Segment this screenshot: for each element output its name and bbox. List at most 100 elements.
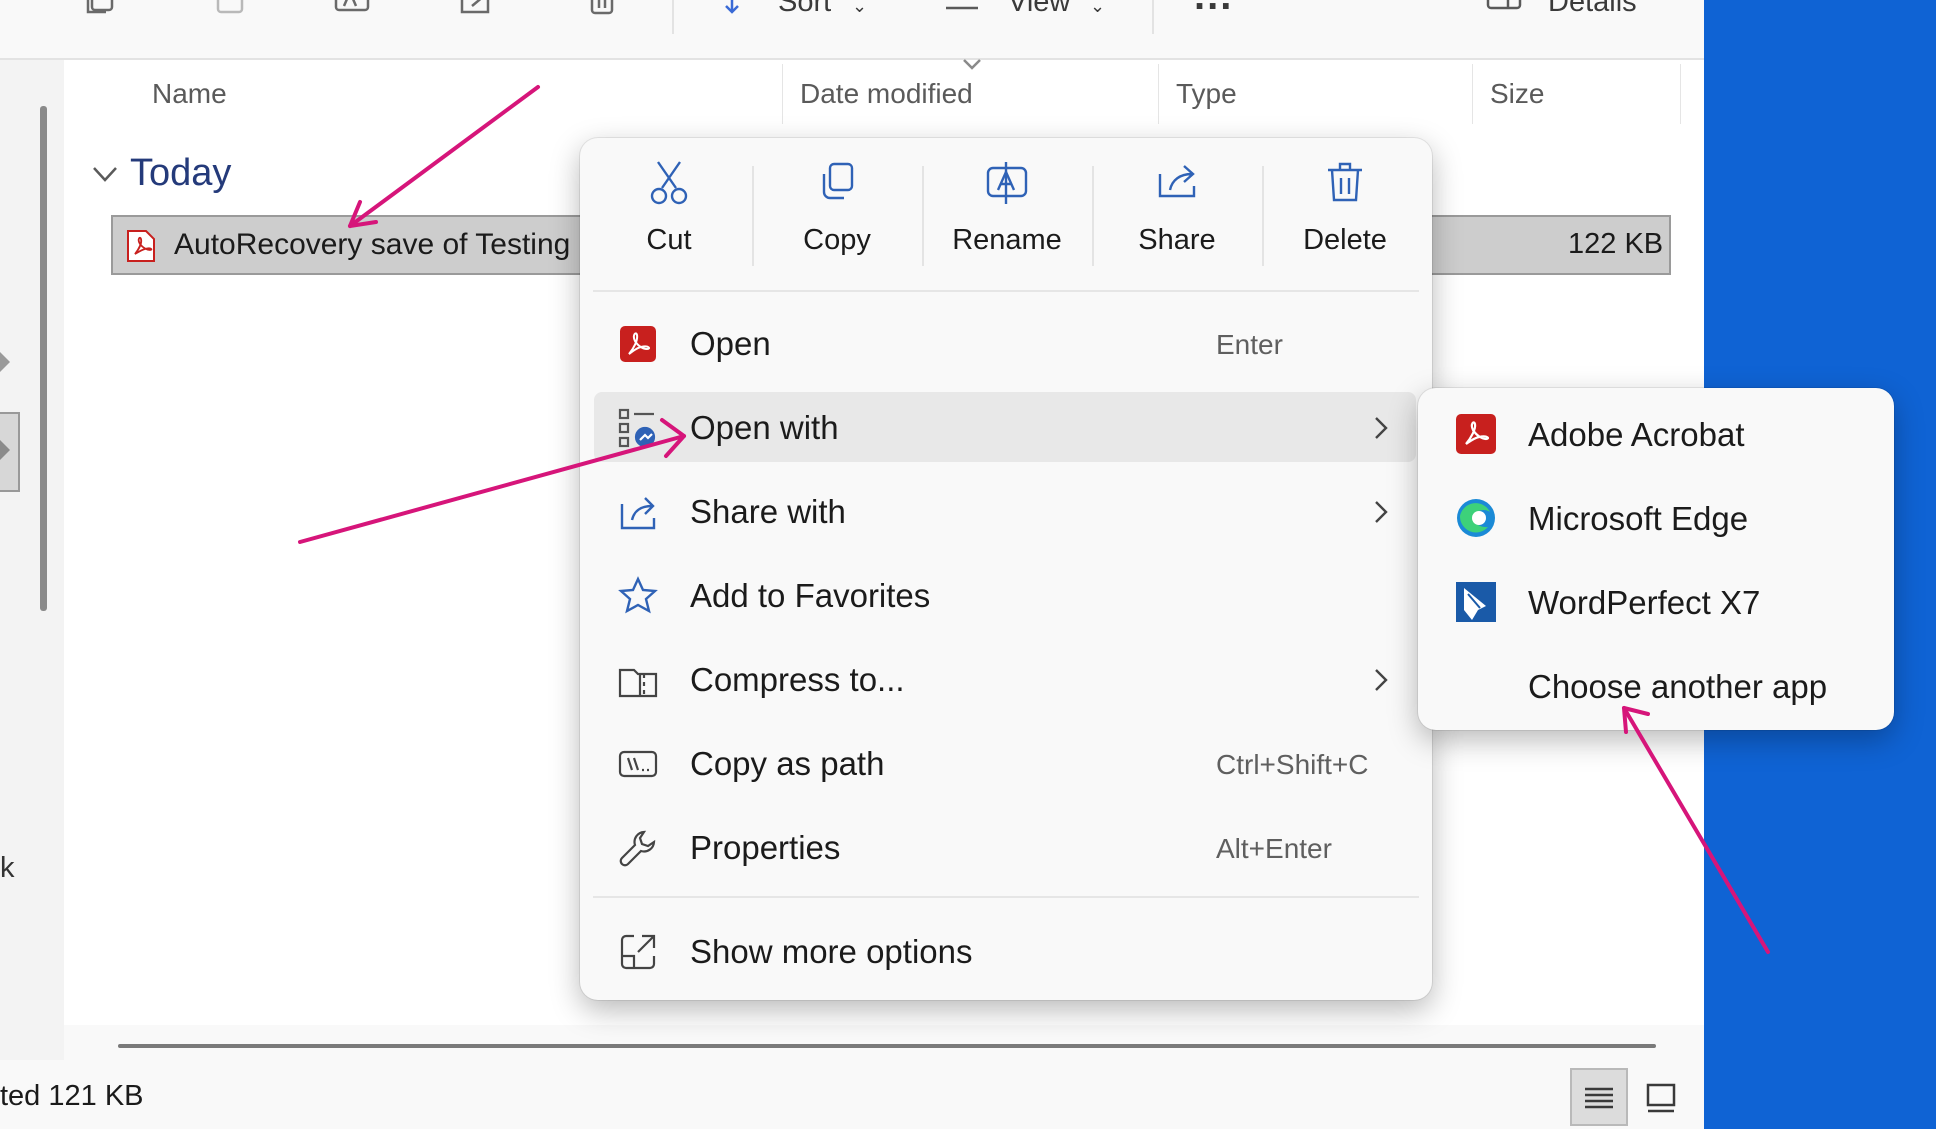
pdf-file-icon: [127, 230, 155, 262]
path-icon: [618, 744, 658, 784]
submenu-item-label: Microsoft Edge: [1528, 500, 1749, 537]
status-selection-text: ted 121 KB: [0, 1080, 144, 1112]
menu-item-label: Compress to...: [690, 661, 905, 698]
menu-item-label: Properties: [690, 829, 841, 866]
menu-item-share-with[interactable]: Share with: [594, 476, 1416, 546]
sort-caret-icon: [963, 59, 981, 70]
group-header-today[interactable]: Today: [130, 152, 231, 195]
trash-icon: [1328, 162, 1362, 202]
toolbar-divider: [1152, 0, 1154, 34]
details-pane-icon[interactable]: [1486, 0, 1522, 28]
submenu-item-label: Adobe Acrobat: [1528, 416, 1745, 453]
chevron-right-icon: [0, 440, 10, 460]
menu-divider: [593, 290, 1419, 292]
new-copy-icon[interactable]: [84, 0, 120, 28]
status-bar: [0, 1070, 1704, 1129]
chevron-right-icon: [1375, 501, 1388, 523]
rename-icon[interactable]: [334, 0, 370, 28]
quick-action-divider: [1092, 166, 1094, 266]
more-options-button[interactable]: ...: [1194, 0, 1233, 19]
column-header-type[interactable]: Type: [1176, 78, 1237, 110]
chevron-down-icon: ⌄: [1090, 0, 1106, 16]
toolbar-divider: [672, 0, 674, 34]
menu-item-compress-to[interactable]: Compress to...: [594, 644, 1416, 714]
share-icon[interactable]: [458, 0, 494, 28]
file-name[interactable]: AutoRecovery save of Testing: [174, 228, 570, 262]
chevron-right-icon: [1375, 417, 1388, 439]
wordperfect-icon: [1454, 580, 1498, 624]
shortcut-label: Alt+Enter: [1216, 833, 1332, 864]
column-header-size[interactable]: Size: [1490, 78, 1544, 110]
rename-button[interactable]: Rename: [942, 160, 1072, 280]
menu-item-open[interactable]: Open Enter: [594, 308, 1416, 378]
share-with-icon: [618, 492, 658, 532]
wrench-icon: [618, 828, 658, 868]
chevron-down-icon[interactable]: [92, 164, 118, 186]
submenu-item-label: Choose another app: [1528, 668, 1828, 705]
column-divider[interactable]: [1472, 64, 1473, 124]
view-button[interactable]: View: [1008, 0, 1070, 19]
details-view-button[interactable]: [1570, 1068, 1628, 1126]
scissors-icon: [650, 161, 688, 205]
trash-icon[interactable]: [584, 0, 620, 28]
command-bar: Sort ⌄ View ⌄ ... Details: [0, 0, 1704, 60]
quick-action-divider: [752, 166, 754, 266]
open-with-icon: [618, 408, 658, 448]
column-header-date-modified[interactable]: Date modified: [800, 78, 973, 110]
details-button[interactable]: Details: [1548, 0, 1637, 19]
menu-item-properties[interactable]: Properties Alt+Enter: [594, 812, 1416, 882]
large-icons-view-icon[interactable]: [1645, 1082, 1677, 1114]
chevron-down-icon: ⌄: [852, 0, 868, 16]
sort-icon[interactable]: [722, 0, 758, 28]
nav-item-label[interactable]: k: [0, 852, 15, 885]
rename-icon: [986, 162, 1028, 204]
menu-item-label: Open with: [690, 409, 839, 446]
share-label: Share: [1138, 224, 1216, 256]
nav-scrollbar[interactable]: [40, 106, 47, 611]
copy-button[interactable]: Copy: [772, 160, 902, 280]
menu-divider: [593, 896, 1419, 898]
chevron-right-icon[interactable]: [0, 352, 12, 372]
quick-action-divider: [1262, 166, 1264, 266]
delete-button[interactable]: Delete: [1280, 160, 1410, 280]
column-header-name[interactable]: Name: [152, 78, 227, 110]
menu-item-copy-as-path[interactable]: Copy as path Ctrl+Shift+C: [594, 728, 1416, 798]
menu-item-open-with[interactable]: Open with: [594, 392, 1416, 462]
menu-item-label: Open: [690, 325, 771, 362]
menu-item-label: Show more options: [690, 933, 973, 970]
horizontal-scrollbar[interactable]: [118, 1044, 1656, 1048]
cut-label: Cut: [646, 224, 692, 256]
column-divider[interactable]: [782, 64, 783, 124]
share-button[interactable]: Share: [1112, 160, 1242, 280]
submenu-item-microsoft-edge[interactable]: Microsoft Edge: [1428, 482, 1884, 552]
delete-label: Delete: [1303, 224, 1387, 256]
edge-icon: [1454, 496, 1498, 540]
menu-item-show-more-options[interactable]: Show more options: [594, 916, 1416, 986]
navigation-pane: [0, 60, 64, 1060]
nav-selected-item[interactable]: [0, 412, 20, 492]
shortcut-label: Ctrl+Shift+C: [1216, 749, 1369, 780]
submenu-item-wordperfect[interactable]: WordPerfect X7: [1428, 566, 1884, 636]
menu-item-add-to-favorites[interactable]: Add to Favorites: [594, 560, 1416, 630]
shortcut-label: Enter: [1216, 329, 1283, 360]
menu-item-label: Share with: [690, 493, 846, 530]
paste-icon[interactable]: [212, 0, 248, 28]
submenu-item-choose-another-app[interactable]: Choose another app: [1428, 650, 1884, 720]
menu-item-label: Add to Favorites: [690, 577, 931, 614]
share-icon: [1158, 165, 1196, 198]
pdf-icon: [618, 324, 658, 364]
expand-icon: [618, 932, 658, 972]
submenu-item-adobe-acrobat[interactable]: Adobe Acrobat: [1428, 398, 1884, 468]
copy-icon: [822, 162, 854, 200]
submenu-item-label: WordPerfect X7: [1528, 584, 1761, 621]
cut-button[interactable]: Cut: [604, 160, 734, 280]
acrobat-icon: [1454, 412, 1498, 456]
view-icon[interactable]: [944, 0, 980, 28]
sort-button[interactable]: Sort: [778, 0, 831, 19]
star-icon: [618, 576, 658, 616]
zip-folder-icon: [618, 660, 658, 700]
quick-action-divider: [922, 166, 924, 266]
rename-label: Rename: [952, 224, 1062, 256]
column-divider[interactable]: [1680, 64, 1681, 124]
column-divider[interactable]: [1158, 64, 1159, 124]
